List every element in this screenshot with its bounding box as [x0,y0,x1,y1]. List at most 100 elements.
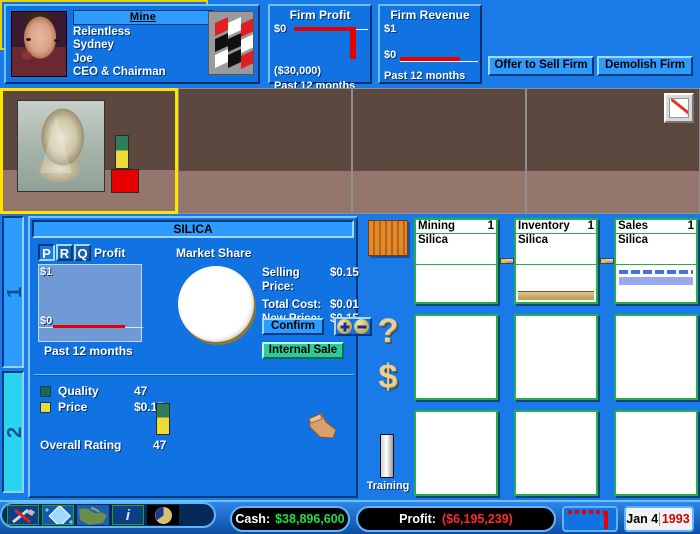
demolish-firm-button[interactable]: Demolish Firm [597,56,693,76]
help-question-icon[interactable]: ? [362,314,414,348]
training-label: Training [366,480,410,492]
building-lot-4[interactable] [526,88,700,214]
profit-graph-zero-label: $0 [40,315,53,327]
product-title: SILICA [32,220,354,238]
ceo-first-name: Joe [73,52,93,65]
price-label: Price [58,400,88,414]
graph-mode-toggle: P R Q [38,244,91,261]
quality-swatch-icon [40,385,51,397]
selling-price-label: Selling Price: [262,267,300,293]
cell-count: 1 [487,220,494,232]
facility-cell-empty-5[interactable] [514,410,598,496]
building-lot-2[interactable] [178,88,352,214]
game-speed-slider[interactable] [562,506,618,532]
ceo-portrait [11,11,67,77]
facility-cell-empty-6[interactable] [614,410,698,496]
line-chart-icon[interactable] [664,93,694,123]
selling-price-value: $0.15 [330,267,359,279]
cell-product: Silica [518,234,549,246]
mode-quality-button[interactable]: Q [74,244,91,261]
offer-to-sell-firm-button[interactable]: Offer to Sell Firm [488,56,594,76]
blueprint-icon[interactable] [42,505,74,525]
side-icon-column: ? $ Training [362,216,414,498]
training-bar-icon[interactable] [380,434,394,478]
facility-cell-mining[interactable]: Mining 1 Silica [414,218,498,304]
profit-display: Profit: ($6,195,239) [356,506,556,532]
cash-label: Cash: [235,512,271,526]
internal-sale-button[interactable]: Internal Sale [262,342,344,359]
cell-name: Inventory [518,220,570,232]
profit-graph-footer: Past 12 months [44,344,133,358]
date-month: Jan 4 [626,512,660,526]
side-tab-2[interactable]: 2 [2,371,26,493]
tools-icon[interactable] [7,505,39,525]
facility-cell-inventory[interactable]: Inventory 1 Silica [514,218,598,304]
clock-icon[interactable] [147,505,179,525]
profit-value: ($6,195,239) [441,512,513,526]
firm-action-row: Offer to Sell Firm Demolish Firm [488,56,696,76]
ceo-panel: Mine Relentless Sydney Joe CEO & Chairma… [4,4,260,84]
building-lot-selected[interactable] [0,88,178,214]
market-share-label: Market Share [176,246,252,260]
ratings-block: Quality 47 Price $0.15 Overall Rating 47 [40,383,166,453]
plus-icon[interactable] [337,319,352,334]
panel-divider [34,374,354,376]
firm-profit-title: Firm Profit [289,8,351,22]
firm-revenue-title: Firm Revenue [390,8,470,22]
facility-cell-empty-2[interactable] [514,314,598,400]
confirm-button[interactable]: Confirm [262,318,324,335]
building-type-badge[interactable]: Mine [73,10,213,25]
status-bar: i Cash: $38,896,600 Profit: ($6,195,239)… [0,500,700,534]
toolbar: i [0,502,216,528]
world-map-icon[interactable] [77,505,109,525]
cell-name: Mining [418,220,456,232]
info-icon[interactable]: i [112,505,144,525]
money-dollar-icon[interactable]: $ [362,360,414,394]
product-panel: SILICA P R Q Profit Market Share $1 $0 P… [28,216,372,498]
ceo-title: CEO & Chairman [73,66,166,79]
silica-crystal-image [17,100,105,192]
date-year: 1993 [661,512,690,526]
building-lot-3[interactable] [352,88,526,214]
firm-revenue-zero-label: $0 [384,49,397,61]
game-window: Mine Relentless Sydney Joe CEO & Chairma… [0,0,700,534]
cash-value: $38,896,600 [275,512,345,526]
cell-name: Sales [618,220,649,232]
profit-graph-label: Profit [94,246,126,260]
firm-revenue-top-label: $1 [384,23,397,35]
facility-cell-empty-4[interactable] [414,410,498,496]
date-display: Jan 4 1993 [624,506,694,532]
pointing-hand-cursor [308,412,337,439]
firm-profit-top-label: $0 [274,23,287,35]
company-logo-icon [208,11,254,75]
firm-profit-panel[interactable]: Firm Profit $0 ($30,000) Past 12 months [268,4,372,92]
cell-product: Silica [618,234,649,246]
facility-cell-empty-3[interactable] [614,314,698,400]
overall-rating-label: Overall Rating [40,438,122,452]
firm-profit-graph: $0 [274,23,368,65]
crates-supply-icon[interactable] [368,220,408,256]
sales-bars [619,270,693,285]
facility-grid: Mining 1 Silica Inventory 1 Silica Sales 1 … [414,216,698,498]
building-lot-strip [0,88,700,214]
quality-label: Quality [58,384,99,398]
profit-label: Profit: [399,512,436,526]
mode-profit-button[interactable]: P [38,244,55,261]
cash-display: Cash: $38,896,600 [230,506,350,532]
total-cost-value: $0.01 [330,299,359,311]
mode-revenue-button[interactable]: R [56,244,73,261]
firm-revenue-panel[interactable]: Firm Revenue $1 $0 Past 12 months [378,4,482,84]
price-swatch-icon [40,401,51,413]
cell-product: Silica [418,234,449,246]
market-share-pie [178,266,254,342]
facility-cell-empty-1[interactable] [414,314,498,400]
quality-price-stack-icon [156,403,170,435]
side-tab-1[interactable]: 1 [2,216,26,368]
firm-revenue-footer: Past 12 months [384,70,466,82]
ceo-last-name: Relentless [73,26,131,38]
facility-cell-sales[interactable]: Sales 1 Silica [614,218,698,304]
cell-count: 1 [587,220,594,232]
cell-count: 1 [687,220,694,232]
lot-quality-bar [115,135,129,169]
ceo-info: Relentless Sydney Joe CEO & Chairman [73,26,166,80]
